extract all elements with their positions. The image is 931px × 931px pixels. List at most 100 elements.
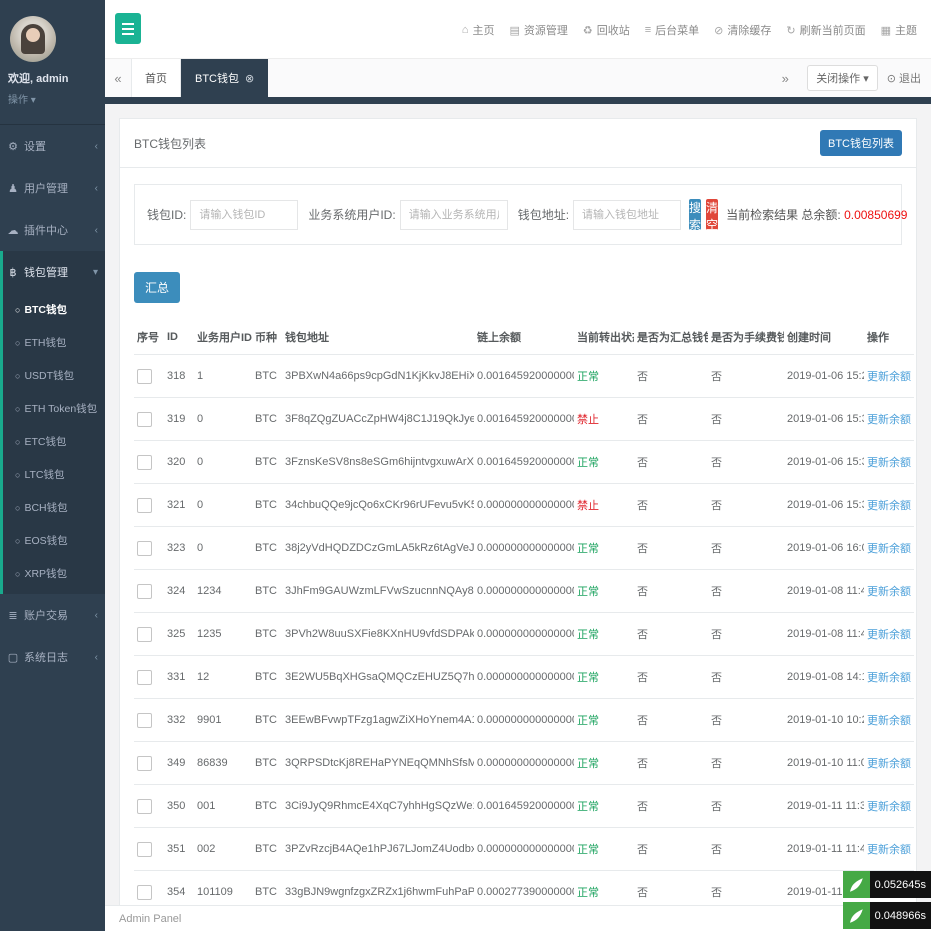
tabs-scroll-left-icon[interactable]: « <box>105 59 131 97</box>
status-badge: 正常 <box>577 371 599 383</box>
submenu-item-label: XRP钱包 <box>24 568 68 580</box>
update-balance-link[interactable]: 更新余额 <box>867 414 911 426</box>
wallet-list-panel: BTC钱包列表 BTC钱包列表 钱包ID: 业务系统用户ID: 钱包地址: 搜索… <box>119 118 917 905</box>
cell-is-summary-wallet: 否 <box>634 827 708 871</box>
tabs-scroll-right-icon[interactable]: » <box>772 71 798 86</box>
sidebar-item-btc-wallet[interactable]: ○ BTC钱包 <box>3 293 105 326</box>
avatar[interactable] <box>10 16 56 62</box>
sidebar-item-etc-wallet[interactable]: ○ ETC钱包 <box>3 425 105 458</box>
cell-chain-balance: 0.00164592000000000 <box>474 784 574 828</box>
row-checkbox[interactable] <box>137 497 152 513</box>
row-checkbox[interactable] <box>137 540 152 556</box>
topnav-item-label: 刷新当前页面 <box>799 25 866 37</box>
sidebar-item-eos-wallet[interactable]: ○ EOS钱包 <box>3 524 105 557</box>
theme-icon: ▦ <box>880 24 891 37</box>
cell-id: 349 <box>164 741 194 785</box>
row-checkbox[interactable] <box>137 626 152 642</box>
update-balance-link[interactable]: 更新余额 <box>867 371 911 383</box>
row-checkbox[interactable] <box>137 669 152 685</box>
row-checkbox[interactable] <box>137 454 152 470</box>
col-actions: 操作 <box>864 320 914 355</box>
logout-button[interactable]: ⊙ 退出 <box>887 70 921 86</box>
sidebar-item-xrp-wallet[interactable]: ○ XRP钱包 <box>3 557 105 590</box>
cell-is-fee-wallet: 否 <box>708 698 784 742</box>
row-checkbox[interactable] <box>137 841 152 857</box>
tabbar-underline <box>105 97 931 104</box>
tab-btc-wallet[interactable]: BTC钱包 ⊗ <box>181 59 269 97</box>
cell-coin: BTC <box>252 698 282 742</box>
cell-id: 318 <box>164 354 194 398</box>
submenu-item-label: LTC钱包 <box>24 469 65 481</box>
tab-home[interactable]: 首页 <box>131 59 181 97</box>
cell-wallet-address: 3Ci9JyQ9RhmcE4XqC7yhhHgSQzWe1H8TS6 <box>282 784 474 828</box>
table-row: 318 1 BTC 3PBXwN4a66ps9cpGdN1KjKkvJ8EHiX… <box>134 354 914 398</box>
topnav-item-home[interactable]: ⌂ 主页 <box>462 22 495 38</box>
sidebar-item-ltc-wallet[interactable]: ○ LTC钱包 <box>3 458 105 491</box>
col-created: 创建时间 <box>784 320 864 355</box>
row-checkbox[interactable] <box>137 712 152 728</box>
update-balance-link[interactable]: 更新余额 <box>867 629 911 641</box>
update-balance-link[interactable]: 更新余额 <box>867 586 911 598</box>
update-balance-link[interactable]: 更新余额 <box>867 801 911 813</box>
col-is-summary: 是否为汇总钱包 <box>634 320 708 355</box>
update-balance-link[interactable]: 更新余额 <box>867 500 911 512</box>
update-balance-link[interactable]: 更新余额 <box>867 758 911 770</box>
row-checkbox[interactable] <box>137 884 152 900</box>
topbar: ⌂ 主页 ▤ 资源管理 ♻ 回收站 ≡ 后台菜单 ⊘ 清除缓存 ↻ 刷新当前页面… <box>105 0 931 58</box>
circle-bullet-icon: ○ <box>15 337 21 348</box>
row-checkbox[interactable] <box>137 798 152 814</box>
clear-button[interactable]: 清空 <box>706 199 719 232</box>
summary-button[interactable]: 汇总 <box>134 272 181 303</box>
cell-coin: BTC <box>252 569 282 613</box>
update-balance-link[interactable]: 更新余额 <box>867 543 911 555</box>
row-checkbox[interactable] <box>137 368 152 384</box>
cell-is-summary-wallet: 否 <box>634 483 708 527</box>
update-balance-link[interactable]: 更新余额 <box>867 844 911 856</box>
sidebar-item-plugin-center[interactable]: ☁ 插件中心 ‹ <box>0 209 105 251</box>
row-checkbox[interactable] <box>137 583 152 599</box>
topnav-item-recycle-bin[interactable]: ♻ 回收站 <box>583 22 630 38</box>
sidebar-item-system-log[interactable]: ▢ 系统日志 ‹ <box>0 636 105 678</box>
sidebar-item-bch-wallet[interactable]: ○ BCH钱包 <box>3 491 105 524</box>
topnav-item-resources[interactable]: ▤ 资源管理 <box>509 22 567 38</box>
tabbar: « 首页 BTC钱包 ⊗ » 关闭操作 ▾ ⊙ 退出 <box>105 58 931 97</box>
update-balance-link[interactable]: 更新余额 <box>867 715 911 727</box>
update-balance-link[interactable]: 更新余额 <box>867 457 911 469</box>
sidebar-item-user-management[interactable]: ♟ 用户管理 ‹ <box>0 167 105 209</box>
topnav-item-label: 后台菜单 <box>655 25 700 37</box>
circle-bullet-icon: ○ <box>15 436 21 447</box>
sidebar-item-account-trade[interactable]: ≣ 账户交易 ‹ <box>0 594 105 636</box>
sidebar-toggle-button[interactable] <box>115 13 141 44</box>
sidebar-item-label: 账户交易 <box>24 610 68 622</box>
debug-trace-badge[interactable]: 0.048966s <box>842 902 931 929</box>
sidebar-item-eth-token-wallet[interactable]: ○ ETH Token钱包 <box>3 392 105 425</box>
user-id-input[interactable] <box>399 199 508 230</box>
cell-id: 323 <box>164 526 194 570</box>
row-checkbox[interactable] <box>137 411 152 427</box>
profile-action-dropdown[interactable]: 操作 ▾ <box>8 91 97 106</box>
wallet-id-input[interactable] <box>190 199 299 230</box>
sidebar-item-eth-wallet[interactable]: ○ ETH钱包 <box>3 326 105 359</box>
sidebar-item-usdt-wallet[interactable]: ○ USDT钱包 <box>3 359 105 392</box>
wallet-list-button[interactable]: BTC钱包列表 <box>820 130 902 156</box>
topnav-item-theme[interactable]: ▦ 主题 <box>881 22 917 38</box>
cell-chain-balance: 0.00000000000000000 <box>474 569 574 613</box>
update-balance-link[interactable]: 更新余额 <box>867 672 911 684</box>
trash-icon: ⊘ <box>714 24 724 37</box>
footer: Admin Panel <box>105 905 931 931</box>
cell-created-time: 2019-01-08 11:45 <box>784 612 864 656</box>
debug-time-label: 0.052645s <box>869 871 931 898</box>
close-icon[interactable]: ⊗ <box>245 72 254 85</box>
tab-label: BTC钱包 <box>195 73 239 85</box>
sidebar-item-wallet-management[interactable]: ฿ 钱包管理 ▾ <box>3 251 105 293</box>
sidebar-item-settings[interactable]: ⚙ 设置 ‹ <box>0 125 105 167</box>
topnav-item-clear-cache[interactable]: ⊘ 清除缓存 <box>714 22 771 38</box>
row-checkbox[interactable] <box>137 755 152 771</box>
search-button[interactable]: 搜索 <box>689 199 702 232</box>
address-input[interactable] <box>573 199 682 230</box>
cell-business-user-id: 12 <box>194 655 252 699</box>
topnav-item-refresh-page[interactable]: ↻ 刷新当前页面 <box>786 22 865 38</box>
close-operations-dropdown[interactable]: 关闭操作 ▾ <box>807 65 878 91</box>
topnav-item-backend-menu[interactable]: ≡ 后台菜单 <box>645 22 699 38</box>
debug-trace-badge[interactable]: 0.052645s <box>842 871 931 898</box>
